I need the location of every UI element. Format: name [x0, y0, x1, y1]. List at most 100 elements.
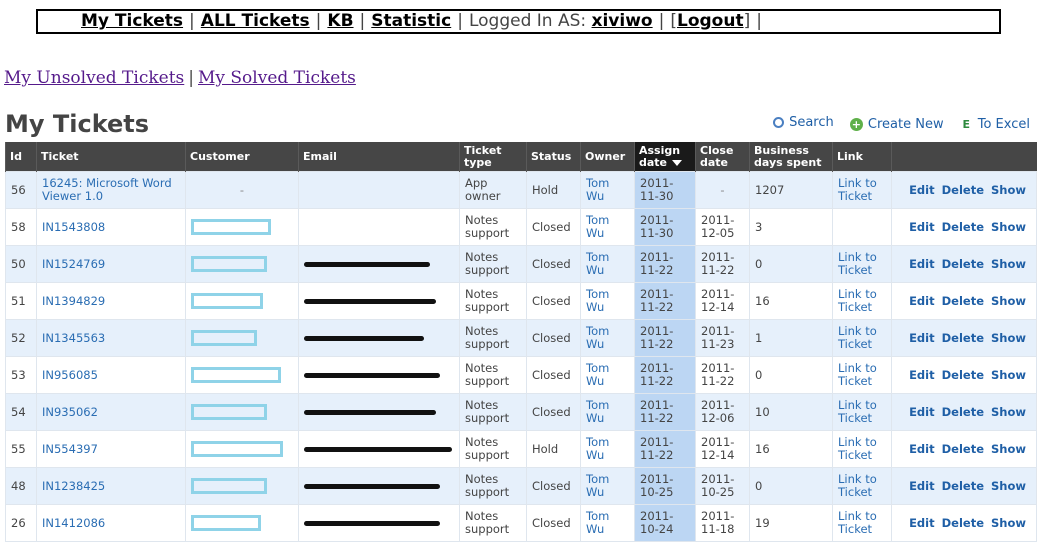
- logout-link[interactable]: Logout: [677, 11, 744, 31]
- col-ticket-type[interactable]: Ticket type: [459, 142, 527, 172]
- col-ticket[interactable]: Ticket: [36, 142, 186, 172]
- delete-button[interactable]: Delete: [942, 368, 984, 382]
- edit-button[interactable]: Edit: [909, 257, 935, 271]
- show-button[interactable]: Show: [991, 442, 1026, 456]
- ticket-external-link[interactable]: Link to Ticket: [838, 250, 877, 277]
- cell-close-date: 2011-11-22: [695, 356, 750, 394]
- edit-button[interactable]: Edit: [909, 442, 935, 456]
- customer-redaction: [191, 219, 271, 235]
- search-action[interactable]: Search: [773, 115, 834, 130]
- edit-button[interactable]: Edit: [909, 516, 935, 530]
- owner-link[interactable]: Tom Wu: [586, 509, 609, 536]
- cell-close-date: 2011-12-14: [695, 430, 750, 468]
- edit-button[interactable]: Edit: [909, 294, 935, 308]
- col-assign-date[interactable]: Assign date: [634, 142, 696, 172]
- owner-link[interactable]: Tom Wu: [586, 324, 609, 351]
- show-button[interactable]: Show: [991, 257, 1026, 271]
- cell-ticket: IN554397: [36, 430, 186, 468]
- cell-email: [298, 245, 460, 283]
- cell-ticket-type: Notes support: [459, 393, 527, 431]
- owner-link[interactable]: Tom Wu: [586, 213, 609, 240]
- ticket-link[interactable]: IN935062: [42, 405, 98, 419]
- delete-button[interactable]: Delete: [942, 257, 984, 271]
- ticket-external-link[interactable]: Link to Ticket: [838, 509, 877, 536]
- owner-link[interactable]: Tom Wu: [586, 398, 609, 425]
- owner-link[interactable]: Tom Wu: [586, 361, 609, 388]
- delete-button[interactable]: Delete: [942, 479, 984, 493]
- show-button[interactable]: Show: [991, 479, 1026, 493]
- cell-actions: Edit Delete Show: [891, 504, 1037, 542]
- nav-kb[interactable]: KB: [327, 11, 353, 31]
- close-date: 2011-12-06: [701, 398, 735, 425]
- edit-button[interactable]: Edit: [909, 479, 935, 493]
- ticket-link[interactable]: IN1524769: [42, 257, 105, 271]
- cell-close-date: -: [695, 171, 750, 209]
- ticket-external-link[interactable]: Link to Ticket: [838, 435, 877, 462]
- nav-separator: |: [756, 11, 762, 31]
- col-owner[interactable]: Owner: [580, 142, 635, 172]
- ticket-link[interactable]: IN956085: [42, 368, 98, 382]
- delete-button[interactable]: Delete: [942, 183, 984, 197]
- nav-all-tickets[interactable]: ALL Tickets: [201, 11, 310, 31]
- ticket-link[interactable]: IN1543808: [42, 220, 105, 234]
- delete-button[interactable]: Delete: [942, 516, 984, 530]
- delete-button[interactable]: Delete: [942, 220, 984, 234]
- ticket-external-link[interactable]: Link to Ticket: [838, 324, 877, 351]
- ticket-link[interactable]: IN1345563: [42, 331, 105, 345]
- nav-username[interactable]: xiviwo: [592, 11, 653, 31]
- solved-tickets-link[interactable]: My Solved Tickets: [198, 68, 356, 88]
- cell-ticket-type: Notes support: [459, 430, 527, 468]
- owner-link[interactable]: Tom Wu: [586, 435, 609, 462]
- unsolved-tickets-link[interactable]: My Unsolved Tickets: [4, 68, 184, 88]
- ticket-link[interactable]: IN1394829: [42, 294, 105, 308]
- ticket-external-link[interactable]: Link to Ticket: [838, 176, 877, 203]
- ticket-external-link[interactable]: Link to Ticket: [838, 472, 877, 499]
- show-button[interactable]: Show: [991, 294, 1026, 308]
- delete-button[interactable]: Delete: [942, 294, 984, 308]
- show-button[interactable]: Show: [991, 516, 1026, 530]
- show-button[interactable]: Show: [991, 405, 1026, 419]
- col-close-date[interactable]: Close date: [695, 142, 750, 172]
- col-customer[interactable]: Customer: [185, 142, 299, 172]
- col-id[interactable]: Id: [5, 142, 37, 172]
- edit-button[interactable]: Edit: [909, 183, 935, 197]
- delete-button[interactable]: Delete: [942, 405, 984, 419]
- delete-button[interactable]: Delete: [942, 442, 984, 456]
- col-status[interactable]: Status: [526, 142, 581, 172]
- cell-assign-date: 2011-11-30: [634, 208, 696, 246]
- ticket-external-link[interactable]: Link to Ticket: [838, 287, 877, 314]
- col-link[interactable]: Link: [832, 142, 892, 172]
- cell-owner: Tom Wu: [580, 504, 635, 542]
- show-button[interactable]: Show: [991, 368, 1026, 382]
- ticket-external-link[interactable]: Link to Ticket: [838, 361, 877, 388]
- customer-redaction: [191, 367, 281, 383]
- col-business-days[interactable]: Business days spent: [749, 142, 833, 172]
- edit-button[interactable]: Edit: [909, 368, 935, 382]
- edit-button[interactable]: Edit: [909, 220, 935, 234]
- cell-assign-date: 2011-11-22: [634, 393, 696, 431]
- nav-separator: |: [315, 11, 322, 31]
- nav-my-tickets[interactable]: My Tickets: [81, 11, 183, 31]
- col-email[interactable]: Email: [298, 142, 460, 172]
- cell-business-days: 3: [749, 208, 833, 246]
- to-excel-action[interactable]: E To Excel: [960, 117, 1030, 132]
- ticket-link[interactable]: 16245: Microsoft Word Viewer 1.0: [42, 176, 172, 203]
- ticket-link[interactable]: IN1412086: [42, 516, 105, 530]
- cell-ticket: IN1543808: [36, 208, 186, 246]
- ticket-external-link[interactable]: Link to Ticket: [838, 398, 877, 425]
- show-button[interactable]: Show: [991, 331, 1026, 345]
- owner-link[interactable]: Tom Wu: [586, 287, 609, 314]
- owner-link[interactable]: Tom Wu: [586, 472, 609, 499]
- cell-id: 50: [5, 245, 37, 283]
- edit-button[interactable]: Edit: [909, 405, 935, 419]
- ticket-link[interactable]: IN554397: [42, 442, 98, 456]
- owner-link[interactable]: Tom Wu: [586, 176, 609, 203]
- delete-button[interactable]: Delete: [942, 331, 984, 345]
- owner-link[interactable]: Tom Wu: [586, 250, 609, 277]
- ticket-link[interactable]: IN1238425: [42, 479, 105, 493]
- show-button[interactable]: Show: [991, 183, 1026, 197]
- edit-button[interactable]: Edit: [909, 331, 935, 345]
- nav-statistic[interactable]: Statistic: [371, 11, 451, 31]
- show-button[interactable]: Show: [991, 220, 1026, 234]
- create-new-action[interactable]: + Create New: [849, 117, 944, 132]
